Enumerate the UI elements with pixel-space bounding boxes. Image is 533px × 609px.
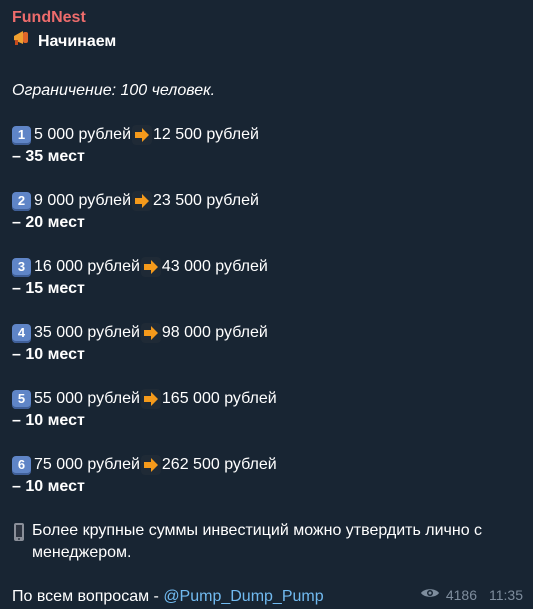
note-row: Более крупные суммы инвестиций можно утв…	[12, 520, 521, 564]
tier-amount-to: 23 500 рублей	[153, 192, 259, 209]
phone-icon	[12, 522, 26, 564]
tier-amount-from: 9 000 рублей	[34, 192, 131, 209]
note-text: Более крупные суммы инвестиций можно утв…	[32, 522, 483, 561]
tier-amounts: 4 35 000 рублей 98 000 рублей	[12, 322, 521, 344]
tier-amount-to: 98 000 рублей	[161, 324, 268, 341]
tier-amount-to: 165 000 рублей	[161, 390, 277, 407]
tier-item: 4 35 000 рублей 98 000 рублей – 10 мест	[12, 322, 521, 366]
keycap-number-icon: 3	[12, 257, 31, 277]
tier-item: 6 75 000 рублей 262 500 рублей – 10 мест	[12, 454, 521, 498]
right-arrow-icon	[140, 455, 161, 475]
tier-places: – 10 мест	[12, 346, 85, 363]
tier-amount-from: 35 000 рублей	[34, 324, 140, 341]
right-arrow-icon	[132, 125, 152, 145]
tier-places: – 35 мест	[12, 148, 85, 165]
tier-item: 15 000 рублей 12 500 рублей – 35 мест	[12, 124, 521, 168]
tier-amount-to: 262 500 рублей	[161, 456, 277, 473]
right-arrow-icon	[132, 191, 152, 211]
tier-amount-from: 55 000 рублей	[34, 390, 140, 407]
contact-prefix: По всем вопросам -	[12, 588, 159, 605]
keycap-number-icon: 6	[12, 455, 31, 475]
tier-places: – 20 мест	[12, 214, 85, 231]
tier-places: – 15 мест	[12, 280, 85, 297]
keycap-number-icon: 5	[12, 389, 31, 409]
message-time: 11:35	[489, 586, 523, 603]
contact-mention-link[interactable]: @Pump_Dump_Pump	[163, 586, 323, 608]
view-count: 4186	[445, 586, 477, 603]
tier-places: – 10 мест	[12, 478, 85, 495]
right-arrow-icon	[140, 323, 161, 343]
tier-amount-to: 43 000 рублей	[161, 258, 268, 275]
message-title-row: Начинаем	[12, 29, 521, 54]
tier-amounts: 3 16 000 рублей 43 000 рублей	[12, 256, 521, 278]
tier-amounts: 15 000 рублей 12 500 рублей	[12, 124, 521, 146]
tier-amounts: 29 000 рублей 23 500 рублей	[12, 190, 521, 212]
right-arrow-icon	[140, 389, 161, 409]
tier-amounts: 6 75 000 рублей 262 500 рублей	[12, 454, 521, 476]
limit-text: Ограничение: 100 человек.	[12, 82, 216, 99]
right-arrow-icon	[140, 257, 161, 277]
tier-amount-from: 5 000 рублей	[34, 126, 131, 143]
tier-amount-from: 75 000 рублей	[34, 456, 140, 473]
message-bubble: FundNest Начинаем Ограничение: 100 челов…	[0, 0, 533, 609]
tier-item: 3 16 000 рублей 43 000 рублей – 15 мест	[12, 256, 521, 300]
message-meta: 4186 11:35	[420, 586, 523, 603]
megaphone-icon	[12, 29, 32, 54]
tier-item: 5 55 000 рублей 165 000 рублей – 10 мест	[12, 388, 521, 432]
tier-amount-from: 16 000 рублей	[34, 258, 140, 275]
keycap-number-icon: 4	[12, 323, 31, 343]
tier-amount-to: 12 500 рублей	[153, 126, 259, 143]
keycap-number-icon: 1	[12, 125, 31, 145]
message-title: Начинаем	[38, 32, 117, 50]
tier-list: 15 000 рублей 12 500 рублей – 35 мест 2 9 00…	[12, 124, 521, 498]
eye-icon	[420, 586, 440, 603]
sender-name[interactable]: FundNest	[12, 7, 521, 29]
tier-amounts: 5 55 000 рублей 165 000 рублей	[12, 388, 521, 410]
tier-item: 29 000 рублей 23 500 рублей – 20 мест	[12, 190, 521, 234]
keycap-number-icon: 2	[12, 191, 31, 211]
tier-places: – 10 мест	[12, 412, 85, 429]
